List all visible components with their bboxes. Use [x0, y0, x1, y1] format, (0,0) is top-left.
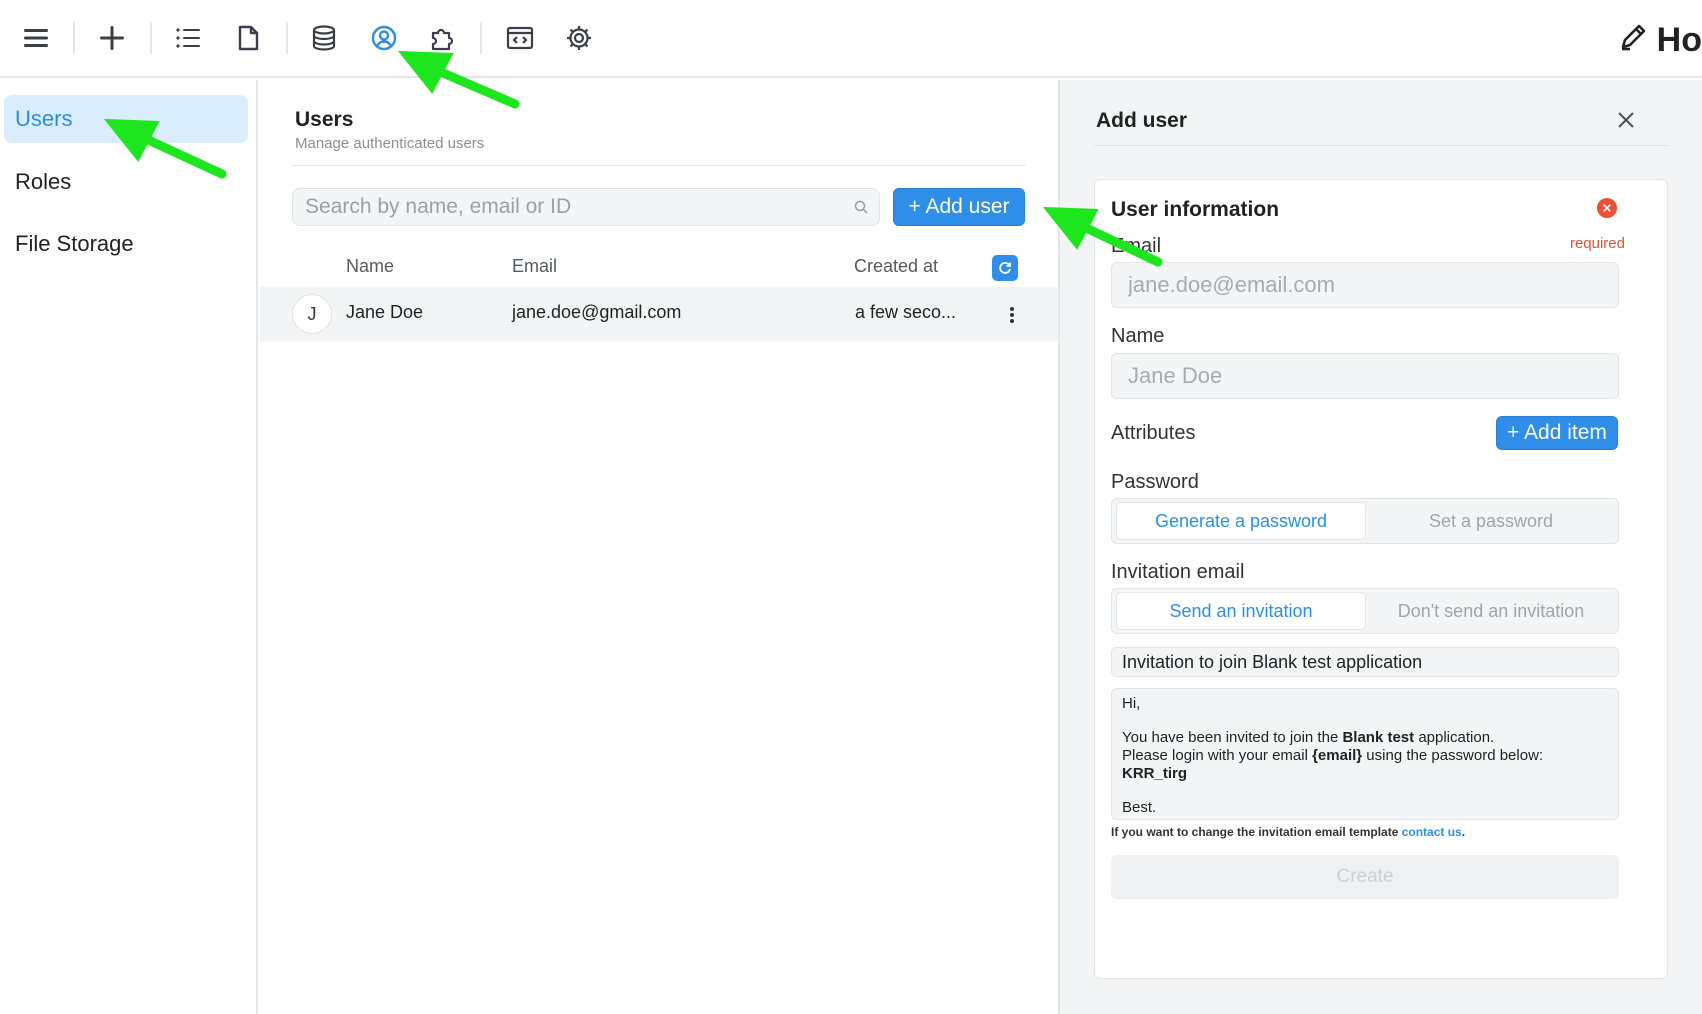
sidebar: Users Roles File Storage	[0, 80, 258, 1014]
add-item-button[interactable]: + Add item	[1496, 416, 1618, 450]
send-invitation-option[interactable]: Send an invitation	[1116, 592, 1366, 630]
user-email-cell: jane.doe@gmail.com	[512, 302, 682, 322]
kebab-icon	[1010, 307, 1014, 323]
sidebar-item-label: Users	[15, 106, 73, 131]
refresh-button[interactable]	[992, 255, 1018, 281]
top-toolbar: Ho	[0, 0, 1702, 78]
menu-icon[interactable]	[16, 18, 56, 58]
name-field[interactable]	[1112, 354, 1618, 398]
invitation-option-toggle: Send an invitation Don't send an invitat…	[1111, 588, 1619, 634]
sidebar-item-label: Roles	[15, 169, 72, 194]
name-label: Name	[1111, 325, 1165, 347]
sidebar-item-roles[interactable]: Roles	[4, 158, 248, 206]
table-row[interactable]: J Jane Doe jane.doe@gmail.com a few seco…	[260, 287, 1058, 341]
body-signoff: Best.	[1122, 799, 1157, 816]
body-password: KRR_tirg	[1122, 765, 1188, 782]
password-option-toggle: Generate a password Set a password	[1111, 498, 1619, 544]
user-name-cell: Jane Doe	[346, 302, 424, 322]
plus-icon[interactable]	[92, 18, 132, 58]
gear-icon[interactable]	[559, 18, 599, 58]
required-indicator: required	[1569, 235, 1625, 252]
email-label: Email	[1111, 235, 1162, 257]
panel-title: Add user	[1096, 109, 1188, 132]
body-line-1: You have been invited to join the Blank …	[1122, 729, 1495, 746]
attributes-label: Attributes	[1111, 422, 1196, 444]
invitation-subject-field[interactable]: Invitation to join Blank test applicatio…	[1111, 647, 1619, 677]
divider	[1094, 145, 1668, 146]
puzzle-icon[interactable]	[422, 18, 462, 58]
column-header-name[interactable]: Name	[346, 256, 394, 277]
search-icon	[853, 199, 869, 215]
body-line-2: Please login with your email {email} usi…	[1122, 747, 1544, 764]
body-greeting: Hi,	[1122, 695, 1141, 712]
database-icon[interactable]	[304, 18, 344, 58]
user-created-cell: a few seco...	[855, 302, 957, 322]
divider	[292, 165, 1026, 166]
code-window-icon[interactable]	[500, 18, 540, 58]
sidebar-item-label: File Storage	[15, 231, 134, 256]
error-icon	[1597, 198, 1617, 218]
add-user-panel: Add user User information Email required…	[1058, 80, 1702, 1014]
close-button[interactable]	[1612, 106, 1640, 134]
users-main-panel: Users Manage authenticated users + Add u…	[260, 80, 1058, 1014]
page-subtitle: Manage authenticated users	[295, 135, 485, 152]
avatar: J	[292, 294, 332, 334]
generate-password-option[interactable]: Generate a password	[1116, 502, 1366, 540]
list-icon[interactable]	[168, 18, 208, 58]
search-box	[292, 188, 880, 226]
pencil-icon	[1617, 19, 1651, 62]
row-menu-button[interactable]	[998, 301, 1026, 329]
create-button[interactable]: Create	[1111, 855, 1619, 899]
user-information-card: User information Email required Name Att…	[1094, 179, 1668, 979]
email-field[interactable]	[1112, 263, 1618, 307]
app-title-text: Ho	[1656, 20, 1702, 59]
refresh-icon	[999, 262, 1011, 274]
name-field-wrapper	[1111, 353, 1619, 399]
column-header-email[interactable]: Email	[512, 256, 557, 277]
column-header-created-at[interactable]: Created at	[854, 256, 938, 277]
sidebar-item-users[interactable]: Users	[4, 95, 248, 143]
close-icon	[1618, 112, 1634, 128]
dont-send-invitation-option[interactable]: Don't send an invitation	[1366, 592, 1616, 630]
set-password-option[interactable]: Set a password	[1366, 502, 1616, 540]
toolbar-separator	[480, 22, 482, 54]
page-title: Users	[295, 108, 354, 131]
toolbar-separator	[286, 22, 288, 54]
search-input[interactable]	[293, 189, 833, 225]
sidebar-item-file-storage[interactable]: File Storage	[4, 220, 248, 268]
document-icon[interactable]	[228, 18, 268, 58]
toolbar-separator	[73, 22, 75, 54]
toolbar-separator	[150, 22, 152, 54]
add-user-button[interactable]: + Add user	[893, 188, 1025, 226]
template-note: If you want to change the invitation ema…	[1111, 825, 1466, 839]
user-circle-icon[interactable]	[364, 18, 404, 58]
contact-us-link[interactable]: contact us	[1402, 825, 1462, 839]
toolbar-right-title[interactable]: Ho	[1617, 18, 1702, 62]
email-field-wrapper	[1111, 262, 1619, 308]
invitation-email-label: Invitation email	[1111, 561, 1245, 583]
password-label: Password	[1111, 471, 1199, 493]
invitation-body-field[interactable]: Hi, You have been invited to join the Bl…	[1111, 688, 1619, 820]
section-title: User information	[1111, 198, 1280, 221]
